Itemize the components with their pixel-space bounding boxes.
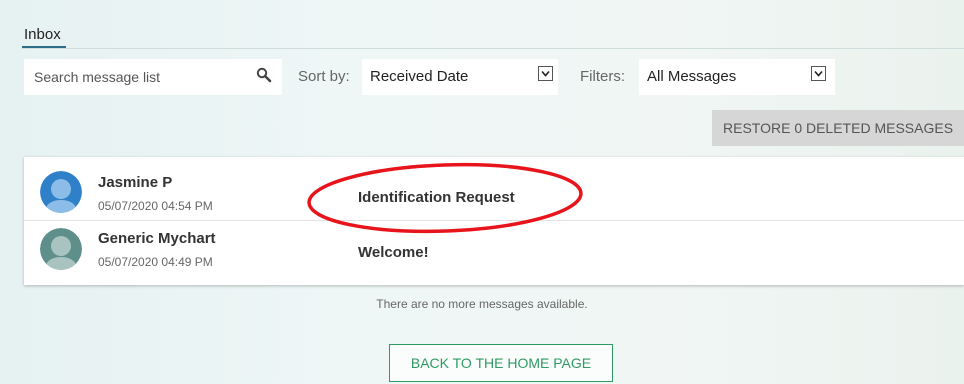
message-list: Jasmine P 05/07/2020 04:54 PM Identifica…	[24, 157, 964, 285]
message-sender: Generic Mychart	[98, 230, 216, 247]
message-row[interactable]: Generic Mychart 05/07/2020 04:49 PM Welc…	[24, 221, 964, 283]
filters-label: Filters:	[580, 68, 625, 85]
restore-deleted-button[interactable]: RESTORE 0 DELETED MESSAGES	[712, 110, 964, 146]
sort-select-value: Received Date	[370, 68, 469, 85]
chevron-down-icon[interactable]	[811, 66, 826, 81]
message-row[interactable]: Jasmine P 05/07/2020 04:54 PM Identifica…	[24, 159, 964, 221]
filters-select[interactable]: All Messages	[639, 59, 835, 95]
no-more-messages-text: There are no more messages available.	[376, 297, 588, 311]
sort-select[interactable]: Received Date	[362, 59, 558, 95]
message-timestamp: 05/07/2020 04:54 PM	[98, 199, 213, 213]
avatar	[40, 228, 82, 270]
message-timestamp: 05/07/2020 04:49 PM	[98, 255, 213, 269]
message-sender: Jasmine P	[98, 174, 173, 191]
search-input[interactable]	[24, 59, 254, 95]
inbox-tab[interactable]: Inbox	[24, 26, 61, 43]
avatar	[40, 171, 82, 213]
message-subject[interactable]: Welcome!	[358, 244, 429, 261]
sort-label: Sort by:	[298, 68, 350, 85]
search-box	[24, 59, 282, 95]
back-to-home-button[interactable]: BACK TO THE HOME PAGE	[389, 344, 613, 382]
search-icon[interactable]	[256, 67, 272, 83]
chevron-down-icon[interactable]	[538, 66, 553, 81]
message-subject[interactable]: Identification Request	[358, 189, 515, 206]
filters-select-value: All Messages	[647, 68, 737, 85]
tab-divider	[22, 48, 964, 49]
